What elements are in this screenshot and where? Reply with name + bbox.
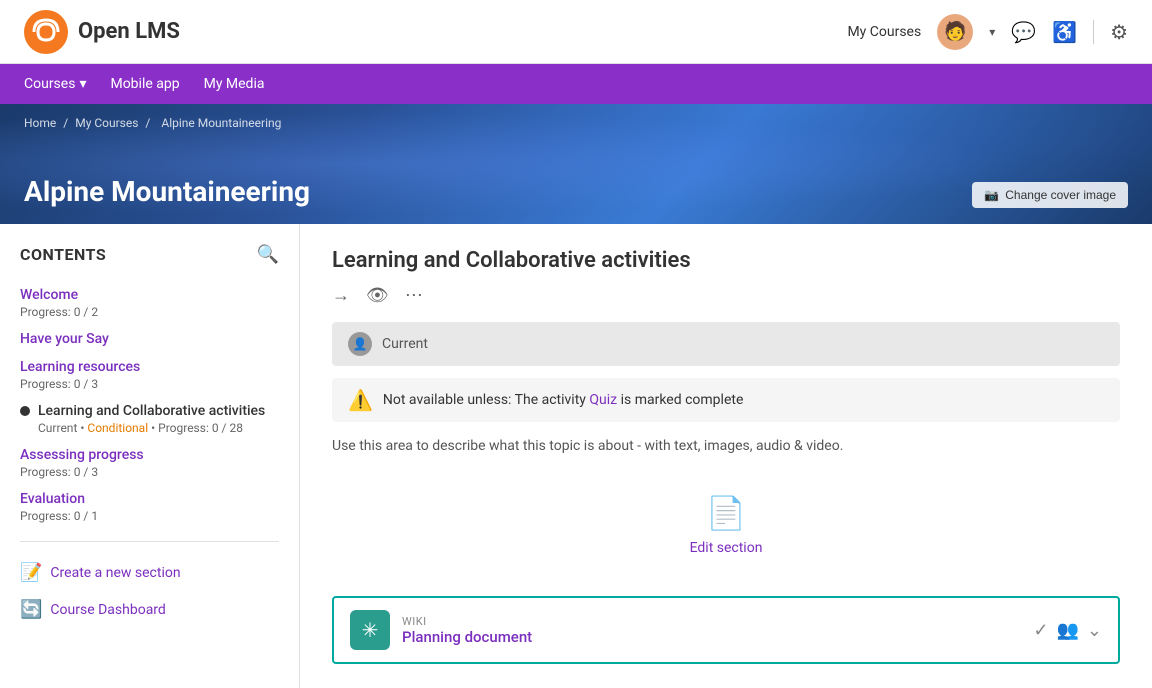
section-toolbar: → 👁 ⋯ [332, 285, 1120, 306]
quiz-link[interactable]: Quiz [589, 392, 617, 408]
section-description: Use this area to describe what this topi… [332, 438, 1120, 454]
sidebar: CONTENTS 🔍 Welcome Progress: 0 / 2 Have … [0, 224, 300, 688]
my-courses-link[interactable]: My Courses [847, 24, 921, 40]
chat-icon[interactable]: 💬 [1011, 20, 1036, 44]
nav-media-label: My Media [204, 76, 265, 92]
create-section-label: Create a new section [50, 565, 180, 581]
logo-text: Open LMS [78, 19, 180, 44]
course-dashboard-label: Course Dashboard [50, 602, 165, 618]
purple-nav: Courses ▾ Mobile app My Media [0, 64, 1152, 104]
search-button[interactable]: 🔍 [257, 244, 279, 265]
breadcrumb-home[interactable]: Home [24, 116, 56, 130]
breadcrumb-sep2: / [145, 116, 153, 130]
sidebar-divider [20, 541, 279, 542]
breadcrumb-sep1: / [63, 116, 71, 130]
welcome-progress: Progress: 0 / 2 [20, 305, 279, 319]
more-options-icon[interactable]: ⋯ [405, 285, 423, 306]
accessibility-icon[interactable]: ♿ [1052, 20, 1077, 44]
wiki-right: ✓ 👥 ⌄ [1033, 620, 1102, 641]
wiki-title[interactable]: Planning document [402, 628, 532, 646]
top-nav: Open LMS My Courses 🧑 ▾ 💬 ♿ ⚙ [0, 0, 1152, 64]
warning-triangle-icon: ⚠️ [348, 388, 373, 412]
gear-icon[interactable]: ⚙ [1110, 20, 1128, 44]
current-status-icon: 👤 [348, 332, 372, 356]
current-meta-label: Current [38, 421, 77, 435]
contents-header: CONTENTS 🔍 [0, 244, 299, 281]
courses-chevron-icon: ▾ [79, 76, 86, 92]
learning-collab-progress: Progress: 0 / 28 [158, 421, 243, 435]
hero-banner: Home / My Courses / Alpine Mountaineerin… [0, 104, 1152, 224]
wiki-left: ✳ WIKI Planning document [350, 610, 532, 650]
warning-text: Not available unless: The activity Quiz … [383, 392, 743, 408]
wiki-expand-icon[interactable]: ⌄ [1087, 620, 1102, 641]
wiki-check-icon[interactable]: ✓ [1033, 620, 1048, 641]
warning-text-before: Not available unless: The activity [383, 392, 586, 408]
learning-resources-progress: Progress: 0 / 3 [20, 377, 279, 391]
change-cover-button[interactable]: 📷 Change cover image [972, 182, 1128, 208]
evaluation-link[interactable]: Evaluation [20, 491, 279, 507]
nav-courses-label: Courses [24, 76, 75, 92]
avatar-emoji: 🧑 [944, 21, 966, 42]
logo-area: Open LMS [24, 10, 180, 54]
course-dashboard-action[interactable]: 🔄 Course Dashboard [0, 591, 299, 628]
eye-icon[interactable]: 👁 [366, 285, 389, 306]
nav-item-mobile[interactable]: Mobile app [110, 68, 179, 100]
evaluation-progress: Progress: 0 / 1 [20, 509, 279, 523]
learning-resources-link[interactable]: Learning resources [20, 359, 279, 375]
assessing-link[interactable]: Assessing progress [20, 447, 279, 463]
sidebar-item-evaluation: Evaluation Progress: 0 / 1 [0, 485, 299, 529]
main-content: CONTENTS 🔍 Welcome Progress: 0 / 2 Have … [0, 224, 1152, 688]
edit-section-button[interactable]: Edit section [690, 540, 763, 556]
nav-divider [1093, 20, 1094, 44]
breadcrumb-mycourses[interactable]: My Courses [75, 116, 138, 130]
arrow-right-icon[interactable]: → [332, 285, 350, 306]
assessing-progress: Progress: 0 / 3 [20, 465, 279, 479]
current-banner: 👤 Current [332, 322, 1120, 366]
top-nav-right: My Courses 🧑 ▾ 💬 ♿ ⚙ [847, 14, 1128, 50]
warning-banner: ⚠️ Not available unless: The activity Qu… [332, 378, 1120, 422]
wiki-icon-box: ✳ [350, 610, 390, 650]
create-section-action[interactable]: 📝 Create a new section [0, 554, 299, 591]
active-dot-icon [20, 406, 30, 416]
camera-icon: 📷 [984, 188, 999, 202]
welcome-link[interactable]: Welcome [20, 287, 279, 303]
conditional-label: Conditional [87, 421, 148, 435]
user-icon: 👤 [353, 337, 368, 351]
edit-section-icon: 📄 [706, 494, 746, 532]
learning-collab-label[interactable]: Learning and Collaborative activities [38, 403, 265, 419]
haveyoursay-link[interactable]: Have your Say [20, 331, 279, 347]
dashboard-icon: 🔄 [20, 599, 42, 620]
contents-title: CONTENTS [20, 245, 106, 264]
wiki-people-icon[interactable]: 👥 [1056, 620, 1078, 641]
main-panel: Learning and Collaborative activities → … [300, 224, 1152, 688]
nav-item-media[interactable]: My Media [204, 68, 265, 100]
breadcrumb-current: Alpine Mountaineering [161, 116, 281, 130]
wiki-type-label: WIKI [402, 615, 532, 628]
sidebar-item-learning-resources: Learning resources Progress: 0 / 3 [0, 353, 299, 397]
avatar[interactable]: 🧑 [937, 14, 973, 50]
edit-section-area: 📄 Edit section [332, 478, 1120, 572]
sidebar-item-assessing: Assessing progress Progress: 0 / 3 [0, 441, 299, 485]
create-section-icon: 📝 [20, 562, 42, 583]
sidebar-item-haveyoursay: Have your Say [0, 325, 299, 353]
current-label: Current [382, 336, 428, 352]
openlms-logo-icon [24, 10, 68, 54]
course-title: Alpine Mountaineering [24, 175, 310, 208]
wiki-card: ✳ WIKI Planning document ✓ 👥 ⌄ [332, 596, 1120, 664]
breadcrumb: Home / My Courses / Alpine Mountaineerin… [24, 116, 285, 130]
wiki-info: WIKI Planning document [402, 615, 532, 646]
chevron-down-icon: ▾ [989, 25, 995, 39]
nav-item-courses[interactable]: Courses ▾ [24, 68, 86, 100]
section-title: Learning and Collaborative activities [332, 248, 1120, 273]
change-cover-label: Change cover image [1005, 188, 1116, 202]
warning-text-after: is marked complete [621, 392, 744, 408]
sidebar-item-learning-collab: Learning and Collaborative activities Cu… [0, 397, 299, 441]
nav-mobile-label: Mobile app [110, 76, 179, 92]
sidebar-item-welcome: Welcome Progress: 0 / 2 [0, 281, 299, 325]
learning-collab-meta: Current • Conditional • Progress: 0 / 28 [20, 421, 279, 435]
wiki-asterisk-icon: ✳ [362, 618, 379, 642]
